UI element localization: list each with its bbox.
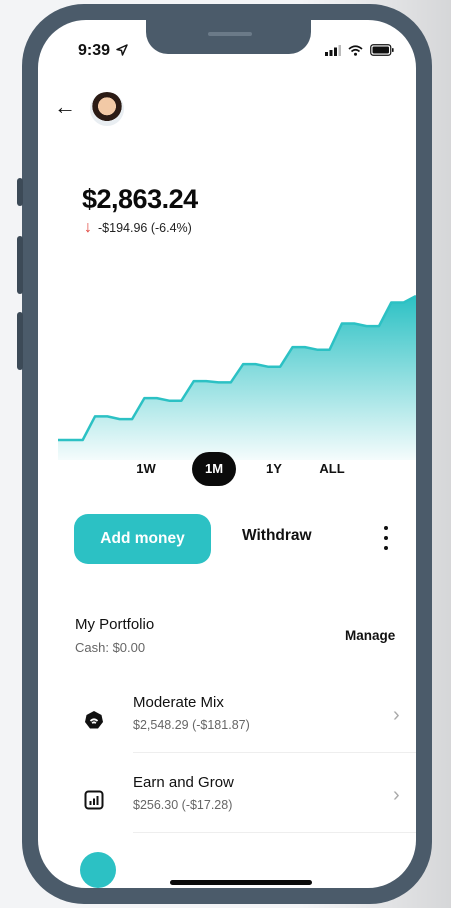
chevron-right-icon: › (393, 704, 400, 726)
balance-change: ↓ -$194.96 (-6.4%) (84, 220, 192, 236)
status-time: 9:39 (78, 42, 129, 60)
partial-list-icon (80, 852, 116, 888)
portfolio-item-name: Earn and Grow (133, 774, 234, 791)
moderate-mix-icon (85, 711, 103, 729)
silent-switch (17, 178, 23, 206)
portfolio-item-value: $256.30 (-$17.28) (133, 798, 233, 812)
portfolio-balance: $2,863.24 (82, 184, 198, 214)
chevron-right-icon: › (393, 784, 400, 806)
avatar[interactable] (90, 92, 124, 126)
portfolio-item-earn-and-grow[interactable]: Earn and Grow $256.30 (-$17.28) › (38, 766, 416, 838)
back-arrow-icon[interactable]: ← (54, 96, 76, 118)
add-money-button[interactable]: Add money (74, 514, 211, 564)
time-range-selector: 1W 1M 1Y ALL (124, 452, 354, 486)
location-arrow-icon (116, 44, 129, 56)
chart-area (58, 296, 416, 460)
bar-chart-icon (84, 790, 104, 810)
signal-icon (325, 44, 341, 56)
range-1y[interactable]: 1Y (252, 452, 296, 486)
status-icons (325, 44, 394, 56)
balance-chart (58, 294, 416, 460)
phone-frame: 9:39 ← $2,863.24 ↓ -$194.96 (-6.4%) 1W 1… (17, 4, 432, 904)
range-1w[interactable]: 1W (124, 452, 168, 486)
list-divider (133, 832, 416, 833)
home-indicator (170, 880, 312, 885)
speaker (208, 32, 252, 36)
phone-screen: 9:39 ← $2,863.24 ↓ -$194.96 (-6.4%) 1W 1… (38, 20, 416, 888)
wifi-icon (348, 44, 363, 56)
withdraw-button[interactable]: Withdraw (242, 527, 312, 545)
status-time-text: 9:39 (78, 42, 111, 59)
portfolio-item-moderate-mix[interactable]: Moderate Mix $2,548.29 (-$181.87) › (38, 686, 416, 758)
volume-up-button (17, 236, 23, 294)
volume-down-button (17, 312, 23, 370)
range-1m[interactable]: 1M (192, 452, 236, 486)
portfolio-title: My Portfolio (75, 616, 155, 633)
notch (146, 20, 311, 54)
portfolio-item-name: Moderate Mix (133, 694, 224, 711)
battery-icon (370, 44, 394, 56)
down-arrow-icon: ↓ (84, 219, 92, 236)
list-divider (133, 752, 416, 753)
portfolio-item-value: $2,548.29 (-$181.87) (133, 718, 250, 732)
portfolio-cash: Cash: $0.00 (75, 640, 146, 655)
range-all[interactable]: ALL (306, 452, 358, 486)
more-options-icon[interactable] (381, 526, 391, 550)
manage-button[interactable]: Manage (345, 628, 395, 643)
balance-change-text: -$194.96 (-6.4%) (98, 221, 192, 235)
